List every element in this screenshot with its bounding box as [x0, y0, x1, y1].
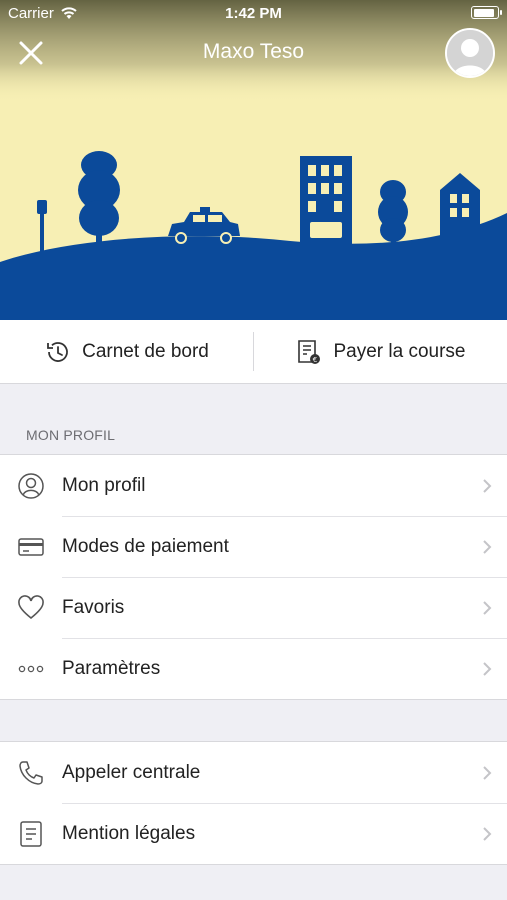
avatar-placeholder-icon	[447, 30, 493, 76]
menu-item-favorites[interactable]: Favoris	[0, 577, 507, 638]
header-illustration: Carrier 1:42 PM Maxo Teso	[0, 0, 507, 320]
profile-menu-group: Mon profil Modes de paiement Favoris Par…	[0, 454, 507, 700]
status-bar: Carrier 1:42 PM	[0, 0, 507, 26]
chevron-right-icon	[467, 765, 507, 781]
pay-ride-label: Payer la course	[333, 340, 466, 362]
chevron-right-icon	[467, 478, 507, 494]
navigation-bar: Maxo Teso	[0, 26, 507, 80]
support-menu-group: Appeler centrale Mention légales	[0, 741, 507, 865]
chevron-right-icon	[467, 539, 507, 555]
menu-item-payment-methods[interactable]: Modes de paiement	[0, 516, 507, 577]
menu-item-call-center[interactable]: Appeler centrale	[0, 742, 507, 803]
credit-card-icon	[0, 535, 62, 559]
menu-item-label: Mon profil	[62, 474, 146, 496]
chevron-right-icon	[467, 661, 507, 677]
menu-item-label: Mention légales	[62, 822, 196, 844]
avatar[interactable]	[445, 28, 495, 78]
history-clock-icon	[47, 341, 68, 362]
user-icon	[0, 472, 62, 500]
section-header-profile: MON PROFIL	[26, 427, 116, 443]
battery-icon	[471, 6, 502, 19]
svg-text:€: €	[313, 356, 317, 364]
chevron-right-icon	[467, 826, 507, 842]
menu-item-label: Paramètres	[62, 657, 161, 679]
chevron-right-icon	[467, 600, 507, 616]
menu-item-label: Favoris	[62, 596, 125, 618]
quick-actions-bar: Carnet de bord € Payer la course	[0, 320, 507, 384]
menu-item-legal-notice[interactable]: Mention légales	[0, 803, 507, 864]
status-time: 1:42 PM	[225, 5, 282, 22]
pay-ride-button[interactable]: € Payer la course	[254, 320, 507, 383]
more-dots-icon	[0, 664, 62, 674]
menu-item-settings[interactable]: Paramètres	[0, 638, 507, 699]
menu-item-my-profile[interactable]: Mon profil	[0, 455, 507, 516]
document-icon	[0, 820, 62, 848]
page-title: Maxo Teso	[202, 40, 305, 63]
menu-item-label: Appeler centrale	[62, 761, 201, 783]
battery-level	[473, 8, 495, 17]
pay-receipt-icon: €	[298, 339, 321, 364]
heart-icon	[0, 594, 62, 621]
logbook-button[interactable]: Carnet de bord	[0, 320, 253, 383]
menu-item-label: Modes de paiement	[62, 535, 229, 557]
phone-icon	[0, 759, 62, 787]
logbook-label: Carnet de bord	[82, 340, 209, 362]
